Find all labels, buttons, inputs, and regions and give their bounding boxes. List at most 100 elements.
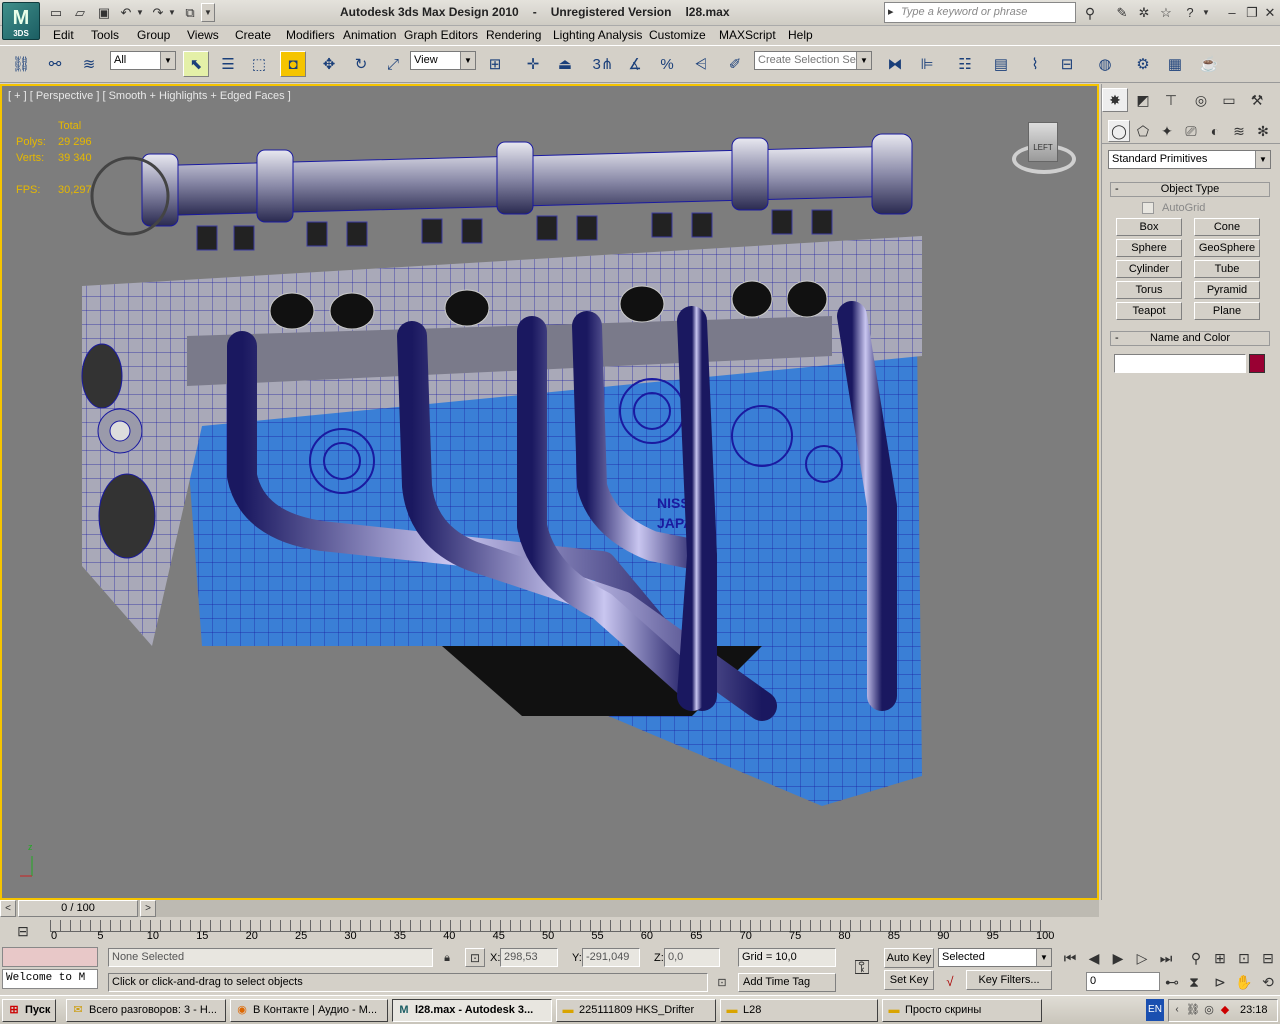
window-crossing-icon[interactable]: ◘ [280,51,306,77]
material-editor-icon[interactable]: ◍ [1092,51,1118,77]
save-file-icon[interactable]: ▣ [94,3,114,22]
torus-button[interactable]: Torus [1116,281,1182,299]
select-by-name-icon[interactable]: ☰ [215,51,241,77]
redo-dropdown-icon[interactable]: ▼ [166,3,178,22]
create-tab-icon[interactable]: ✸ [1102,88,1128,112]
undo-dropdown-icon[interactable]: ▼ [134,3,146,22]
add-time-tag-button[interactable]: Add Time Tag [738,973,836,992]
help-icon[interactable]: ? [1180,3,1200,22]
viewcube[interactable]: LEFT [1008,116,1078,176]
menu-rendering[interactable]: Rendering [486,28,541,42]
project-folder-icon[interactable]: ⧉ [180,3,200,22]
helpers-category-icon[interactable]: ◐ [1204,120,1226,142]
binoculars-icon[interactable]: ⚲ [1080,3,1100,22]
go-to-end-icon[interactable]: ⏭ [1156,949,1176,967]
key-mode-toggle-icon[interactable]: ⊷ [1162,973,1182,991]
shapes-category-icon[interactable]: ⬠ [1132,120,1154,142]
subscription-icon[interactable]: ✲ [1134,3,1154,22]
maxscript-mini-listener[interactable]: Welcome to M [2,969,98,989]
go-to-start-icon[interactable]: ⏮ [1060,949,1080,967]
space-warps-category-icon[interactable]: ≋ [1228,120,1250,142]
display-tab-icon[interactable]: ▭ [1216,88,1242,112]
cylinder-button[interactable]: Cylinder [1116,260,1182,278]
taskbar-item-chat[interactable]: ✉ Всего разговоров: 3 - Н... [66,999,226,1022]
selection-lock-icon[interactable]: 🔒︎ [440,950,454,966]
tray-network-icon[interactable]: ⛓ [1186,1002,1200,1018]
absolute-transform-icon[interactable]: ⊡ [465,948,485,967]
object-category-dropdown[interactable]: Standard Primitives [1108,150,1271,169]
select-and-move-icon[interactable]: ✥ [316,51,342,77]
curve-editor-icon[interactable]: ⌇ [1022,51,1048,77]
trackbar[interactable]: ⊟ 0 5 10 15 20 25 30 35 40 45 50 55 60 65 70 75 80 85 90 95… [0,918,1099,945]
align-icon[interactable]: ⊫ [914,51,940,77]
menu-edit[interactable]: Edit [53,28,74,42]
maxscript-mini-listener-top[interactable] [2,947,98,967]
geometry-category-icon[interactable]: ◯ [1108,120,1130,142]
select-and-link-icon[interactable]: ⛓ [8,51,34,77]
minimize-window-icon[interactable]: – [1222,3,1242,22]
pyramid-button[interactable]: Pyramid [1194,281,1260,299]
menu-help[interactable]: Help [788,28,813,42]
object-type-rollout-header[interactable]: Object Type [1110,182,1270,197]
utilities-tab-icon[interactable]: ⚒ [1244,88,1270,112]
close-window-icon[interactable]: ✕ [1260,3,1280,22]
bind-space-warp-icon[interactable]: ≋ [76,51,102,77]
time-slider[interactable]: < 0 / 100 > [0,900,1099,917]
perspective-viewport[interactable]: [ + ] [ Perspective ] [ Smooth + Highlig… [0,84,1099,900]
menu-modifiers[interactable]: Modifiers [286,28,335,42]
menu-lighting-analysis[interactable]: Lighting Analysis [553,28,642,42]
start-button[interactable]: ⊞ Пуск [2,999,56,1022]
pan-view-icon[interactable]: ✋ [1234,973,1254,991]
current-frame-input[interactable]: 0 [1086,972,1160,991]
time-slider-frame-display[interactable]: 0 / 100 [18,900,138,917]
pivot-center-icon[interactable]: ⊞ [482,51,508,77]
menu-graph-editors[interactable]: Graph Editors [404,28,478,42]
snaps-toggle-icon[interactable]: 3 ⋔ [590,51,616,77]
tray-shield-icon[interactable]: ◆ [1218,1002,1232,1018]
taskbar-item-folder-hks[interactable]: ▬ 225111809 HKS_Drifter [556,999,716,1022]
object-name-input[interactable] [1114,354,1246,373]
time-slider-prev-button[interactable]: < [0,900,16,917]
menu-tools[interactable]: Tools [91,28,119,42]
undo-icon[interactable]: ↶ [116,3,136,22]
named-selection-sets-dropdown[interactable]: Create Selection Se [754,51,872,70]
select-object-icon[interactable]: ⬉ [183,51,209,77]
autogrid-checkbox[interactable] [1142,202,1154,214]
previous-frame-icon[interactable]: ◀ [1084,949,1104,967]
zoom-extents-icon[interactable]: ⊡ [1234,949,1254,967]
angle-snap-icon[interactable]: ∡ [622,51,648,77]
rendered-frame-window-icon[interactable]: ▦ [1162,51,1188,77]
communication-center-icon[interactable]: ✎ [1112,3,1132,22]
tray-antivirus-icon[interactable]: ◎ [1202,1002,1216,1018]
play-icon[interactable]: ▶ [1108,949,1128,967]
time-slider-next-button[interactable]: > [140,900,156,917]
key-mode-dropdown[interactable]: Selected [938,948,1052,967]
viewcube-face-left[interactable]: LEFT [1028,122,1058,162]
selection-filter-dropdown[interactable]: All [110,51,176,70]
percent-snap-icon[interactable]: % [654,51,680,77]
redo-icon[interactable]: ↷ [148,3,168,22]
teapot-button[interactable]: Teapot [1116,302,1182,320]
render-production-icon[interactable]: ☕ [1196,51,1222,77]
spinner-snap-icon[interactable]: ⩤ [688,51,714,77]
modify-tab-icon[interactable]: ◩ [1130,88,1156,112]
keyboard-shortcut-override-icon[interactable]: ⏏ [552,51,578,77]
sphere-button[interactable]: Sphere [1116,239,1182,257]
select-and-scale-icon[interactable]: ⤢ [380,51,406,77]
menu-animation[interactable]: Animation [343,28,396,42]
zoom-all-icon[interactable]: ⊞ [1210,949,1230,967]
unlink-selection-icon[interactable]: ⚯ [42,51,68,77]
taskbar-item-3dsmax[interactable]: Ml28.max - Autodesk 3... [392,999,552,1022]
layer-manager-icon[interactable]: ☷ [952,51,978,77]
time-configuration-icon[interactable]: ⧗ [1184,973,1204,991]
auto-key-button[interactable]: Auto Key [884,948,934,968]
tray-arrow-icon[interactable]: ‹ [1170,1002,1184,1018]
plane-button[interactable]: Plane [1194,302,1260,320]
tube-button[interactable]: Tube [1194,260,1260,278]
box-button[interactable]: Box [1116,218,1182,236]
next-frame-icon[interactable]: ▷ [1132,949,1152,967]
key-tangent-icon[interactable]: √ [938,972,962,990]
infocenter-search-input[interactable]: Type a keyword or phrase [884,2,1076,23]
graphite-ribbon-icon[interactable]: ▤ [988,51,1014,77]
menu-group[interactable]: Group [137,28,170,42]
